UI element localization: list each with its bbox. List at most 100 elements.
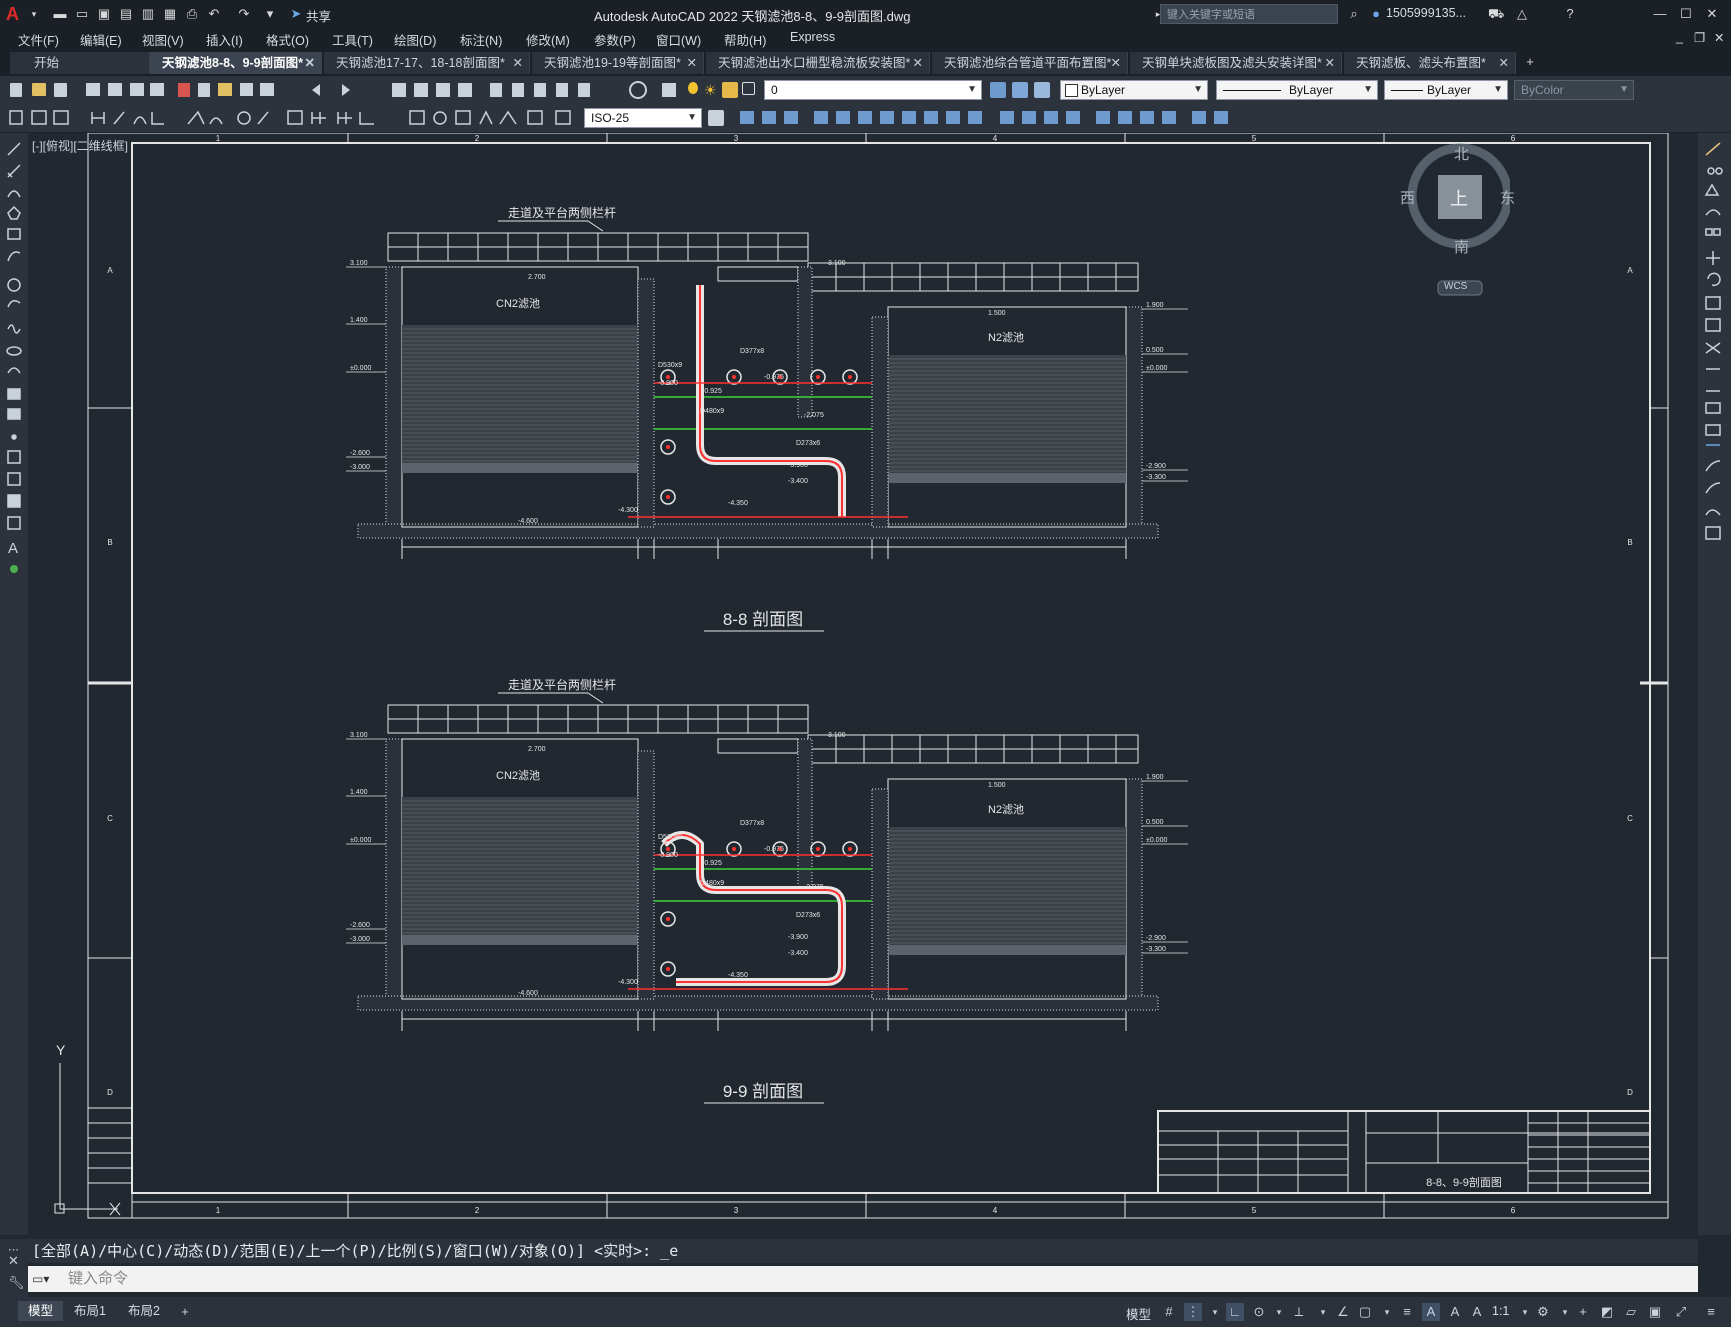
annotation-monitor-icon[interactable]: + xyxy=(1574,1303,1592,1321)
cart-icon[interactable]: ⛟ xyxy=(1488,6,1504,22)
tab-document[interactable]: 天钢滤池19-19等剖面图* ✕ xyxy=(532,52,704,74)
new-icon[interactable]: ▬ xyxy=(52,6,68,22)
menu-edit[interactable]: 编辑(E) xyxy=(80,30,122,49)
isodraft-menu-icon[interactable]: ▾ xyxy=(1314,1303,1332,1321)
modify-toolbar-icons[interactable] xyxy=(1698,133,1731,553)
annotation-scale-icon[interactable]: A xyxy=(1468,1303,1486,1321)
tab-close-icon[interactable]: ✕ xyxy=(305,52,315,74)
user-name[interactable]: 1505999135... xyxy=(1386,6,1466,20)
menu-format[interactable]: 格式(O) xyxy=(266,30,309,49)
dimstyle-dropdown[interactable]: ISO-25 ▼ xyxy=(584,108,702,128)
viewcube-top[interactable]: 上 xyxy=(1450,185,1468,211)
autocad-logo-icon[interactable]: A xyxy=(6,4,19,25)
fullscreen-icon[interactable]: ⤢ xyxy=(1672,1303,1690,1321)
layer-color-icon[interactable] xyxy=(742,82,755,95)
command-prompt-icon[interactable]: ▭▾ xyxy=(32,1266,49,1292)
auto-scale-icon[interactable]: A xyxy=(1446,1303,1464,1321)
open-icon[interactable]: ▭ xyxy=(74,6,90,22)
save-as-icon[interactable]: ▤ xyxy=(118,6,134,22)
color-dropdown[interactable]: ByLayer ▼ xyxy=(1060,80,1208,100)
annotation-scale-value[interactable]: 1:1 xyxy=(1492,1304,1509,1318)
make-current-icon[interactable] xyxy=(1012,82,1028,98)
clean-screen-icon[interactable]: ▣ xyxy=(1646,1303,1664,1321)
layer-previous-icon[interactable] xyxy=(1034,82,1050,98)
close-icon[interactable]: ✕ xyxy=(1704,6,1720,22)
lineweight-icon[interactable]: ≡ xyxy=(1398,1303,1416,1321)
tab-close-icon[interactable]: ✕ xyxy=(913,52,923,74)
doc-close-icon[interactable]: ✕ xyxy=(1714,30,1724,45)
search-input[interactable]: 键入关键字或短语 xyxy=(1160,4,1338,24)
isolate-objects-icon[interactable]: ◩ xyxy=(1598,1303,1616,1321)
polar-icon[interactable]: ⊙ xyxy=(1250,1303,1268,1321)
menu-tools[interactable]: 工具(T) xyxy=(332,30,373,49)
add-layout-icon[interactable]: + xyxy=(176,1303,194,1321)
tab-close-icon[interactable]: ✕ xyxy=(1111,52,1121,74)
tab-document[interactable]: 天钢滤池综合管道平面布置图* ✕ xyxy=(932,52,1128,74)
draw-toolbar-icons[interactable]: A xyxy=(0,133,28,593)
command-input[interactable]: ▭▾ 键入命令 xyxy=(28,1266,1698,1292)
maximize-icon[interactable]: ☐ xyxy=(1678,6,1694,22)
tab-close-icon[interactable]: ✕ xyxy=(687,52,697,74)
linetype-dropdown[interactable]: ByLayer ▼ xyxy=(1216,80,1378,100)
help-icon[interactable]: ? xyxy=(1562,6,1578,22)
close-command-line-icon[interactable]: ✕ xyxy=(8,1253,19,1269)
wcs-menu[interactable]: WCS xyxy=(1444,281,1467,292)
layout-tab-model[interactable]: 模型 xyxy=(18,1301,64,1321)
dimstyle-manager-icon[interactable] xyxy=(708,110,724,126)
save-icon[interactable]: ▣ xyxy=(96,6,112,22)
qat-customize-icon[interactable]: ▾ xyxy=(262,6,278,22)
new-tab-icon[interactable]: + xyxy=(1522,54,1538,70)
web-save-icon[interactable]: ▦ xyxy=(162,6,178,22)
customize-menu-icon[interactable]: ≡ xyxy=(1702,1303,1720,1321)
user-icon[interactable]: ● xyxy=(1368,6,1384,22)
command-line-handle[interactable]: ⋯ ✕ 🔧︎ xyxy=(0,1239,28,1297)
hardware-acceleration-icon[interactable]: ▱ xyxy=(1622,1303,1640,1321)
scale-menu-icon[interactable]: ▾ xyxy=(1516,1303,1534,1321)
viewcube-south[interactable]: 南 xyxy=(1454,236,1469,257)
layout-tab-1[interactable]: 布局1 xyxy=(64,1301,116,1321)
menu-draw[interactable]: 绘图(D) xyxy=(394,30,436,49)
viewcube-graphic[interactable] xyxy=(1400,141,1513,301)
menu-modify[interactable]: 修改(M) xyxy=(526,30,570,49)
doc-restore-icon[interactable]: ❐ xyxy=(1694,30,1705,45)
annotation-visibility-icon[interactable]: A xyxy=(1422,1303,1440,1321)
menu-dimension[interactable]: 标注(N) xyxy=(460,30,502,49)
menu-file[interactable]: 文件(F) xyxy=(18,30,59,49)
workspace-gear-icon[interactable]: ⚙ xyxy=(1534,1303,1552,1321)
customize-wrench-icon[interactable]: 🔧︎ xyxy=(8,1275,25,1291)
viewcube-west[interactable]: 西 xyxy=(1400,187,1415,208)
menu-parametric[interactable]: 参数(P) xyxy=(594,30,636,49)
menu-window[interactable]: 窗口(W) xyxy=(656,30,701,49)
ortho-icon[interactable]: ∟ xyxy=(1226,1303,1244,1321)
tab-close-icon[interactable]: ✕ xyxy=(1499,52,1509,74)
workspace-menu-icon[interactable]: ▾ xyxy=(1556,1303,1574,1321)
layer-freeze-icon[interactable]: ☀ xyxy=(704,82,720,98)
tab-document[interactable]: 天钢滤池出水口栅型稳流板安装图* ✕ xyxy=(706,52,930,74)
layout-tab-2[interactable]: 布局2 xyxy=(118,1301,170,1321)
tab-document[interactable]: 天钢滤板、滤头布置图* ✕ xyxy=(1344,52,1516,74)
snap-menu-icon[interactable]: ▾ xyxy=(1206,1303,1224,1321)
tab-document-active[interactable]: 天钢滤池8-8、9-9剖面图* ✕ xyxy=(150,52,322,74)
share-label[interactable]: 共享 xyxy=(306,6,331,25)
search-icon[interactable]: ⌕ xyxy=(1346,6,1362,22)
model-space-button[interactable]: 模型 xyxy=(1126,1304,1151,1323)
viewcube[interactable]: 北 南 东 西 上 WCS xyxy=(1400,141,1515,301)
web-open-icon[interactable]: ▥ xyxy=(140,6,156,22)
menu-help[interactable]: 帮助(H) xyxy=(724,30,766,49)
minimize-icon[interactable]: — xyxy=(1652,6,1668,22)
doc-minimize-icon[interactable]: _ xyxy=(1676,30,1683,44)
autodesk-app-icon[interactable]: △ xyxy=(1514,6,1530,22)
snap-icon[interactable]: ⋮ xyxy=(1184,1303,1202,1321)
viewcube-north[interactable]: 北 xyxy=(1454,143,1469,164)
layer-on-icon[interactable] xyxy=(688,82,698,94)
layer-lock-icon[interactable] xyxy=(722,82,738,98)
grid-icon[interactable]: # xyxy=(1160,1303,1178,1321)
tab-close-icon[interactable]: ✕ xyxy=(513,52,523,74)
menu-express[interactable]: Express xyxy=(790,30,835,44)
isodraft-icon[interactable]: ⟂ xyxy=(1290,1303,1308,1321)
tab-close-icon[interactable]: ✕ xyxy=(1325,52,1335,74)
menu-insert[interactable]: 插入(I) xyxy=(206,30,243,49)
object-snap-icon[interactable]: ▢ xyxy=(1356,1303,1374,1321)
tab-document[interactable]: 天钢滤池17-17、18-18剖面图* ✕ xyxy=(324,52,530,74)
app-menu-chevron-icon[interactable]: ▾ xyxy=(26,6,42,22)
